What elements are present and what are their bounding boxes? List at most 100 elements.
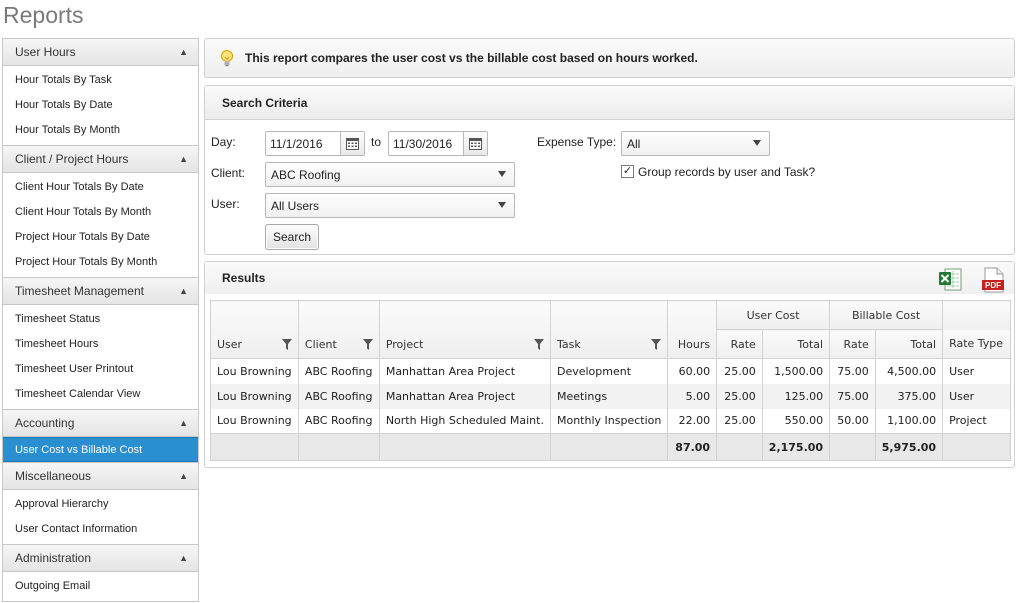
client-select-value: ABC Roofing (271, 167, 341, 182)
sidebar-item-client-hour-totals-by-date[interactable]: Client Hour Totals By Date (3, 175, 198, 200)
filter-icon[interactable] (281, 339, 292, 350)
collapse-caret-icon: ▲ (179, 471, 188, 481)
results-panel: Results PDF User Client Project Task Hou… (204, 261, 1015, 468)
pdf-icon[interactable]: PDF (981, 267, 1005, 293)
sidebar: User Hours ▲ Hour Totals By Task Hour To… (2, 38, 199, 602)
sidebar-item-hour-totals-by-task[interactable]: Hour Totals By Task (3, 68, 198, 93)
excel-icon[interactable] (938, 268, 962, 292)
column-header-rate-type[interactable]: Rate Type (942, 329, 1011, 359)
sidebar-item-user-contact-information[interactable]: User Contact Information (3, 517, 198, 542)
column-header-user-cost-total[interactable]: Total (761, 329, 831, 359)
dropdown-arrow-icon (498, 202, 506, 208)
client-select[interactable]: ABC Roofing (265, 162, 515, 187)
sidebar-section-miscellaneous[interactable]: Miscellaneous ▲ (3, 462, 198, 490)
header-spacer (942, 300, 1011, 330)
collapse-caret-icon: ▲ (179, 286, 188, 296)
dropdown-arrow-icon (498, 171, 506, 177)
user-select-value: All Users (271, 198, 320, 213)
cell-user: Lou Browning (210, 383, 299, 409)
day-to-value: 11/30/2016 (393, 136, 453, 151)
sidebar-item-hour-totals-by-month[interactable]: Hour Totals By Month (3, 118, 198, 143)
group-records-checkbox[interactable]: ✓ (621, 165, 634, 178)
column-header-user-cost-rate[interactable]: Rate (716, 329, 763, 359)
cell-billable-total: 4,500.00 (874, 358, 944, 384)
table-row[interactable]: Lou Browning ABC Roofing North High Sche… (210, 408, 1011, 434)
expense-type-value: All (627, 136, 641, 151)
results-title: Results (205, 262, 1014, 294)
sidebar-item-timesheet-status[interactable]: Timesheet Status (3, 307, 198, 332)
collapse-caret-icon: ▲ (179, 154, 188, 164)
sidebar-item-project-hour-totals-by-date[interactable]: Project Hour Totals By Date (3, 225, 198, 250)
cell-user-total: 1,500.00 (761, 358, 831, 384)
cell-billable-rate: 75.00 (829, 383, 876, 409)
sidebar-section-accounting[interactable]: Accounting ▲ (3, 409, 198, 437)
page-title: Reports (3, 2, 84, 28)
day-from-value: 11/1/2016 (270, 136, 323, 151)
sidebar-item-client-hour-totals-by-month[interactable]: Client Hour Totals By Month (3, 200, 198, 225)
filter-icon[interactable] (533, 339, 544, 350)
sidebar-item-timesheet-user-printout[interactable]: Timesheet User Printout (3, 357, 198, 382)
calendar-icon[interactable] (340, 132, 364, 155)
cell-hours: 5.00 (667, 383, 718, 409)
sidebar-section-client-project-hours[interactable]: Client / Project Hours ▲ (3, 145, 198, 173)
sidebar-item-hour-totals-by-date[interactable]: Hour Totals By Date (3, 93, 198, 118)
column-header-user[interactable]: User (210, 300, 299, 359)
collapse-caret-icon: ▲ (179, 418, 188, 428)
sidebar-item-timesheet-hours[interactable]: Timesheet Hours (3, 332, 198, 357)
expense-type-select[interactable]: All (621, 131, 770, 156)
sidebar-item-project-hour-totals-by-month[interactable]: Project Hour Totals By Month (3, 250, 198, 275)
column-header-hours[interactable]: Hours (667, 300, 718, 359)
results-table: User Client Project Task Hours User Cost… (210, 300, 1011, 461)
cell-client: ABC Roofing (297, 383, 380, 409)
sidebar-section-timesheet-management[interactable]: Timesheet Management ▲ (3, 277, 198, 305)
day-to-field[interactable]: 11/30/2016 (388, 131, 488, 156)
group-header-billable-cost: Billable Cost (829, 300, 944, 330)
filter-icon[interactable] (651, 339, 662, 350)
day-from-field[interactable]: 11/1/2016 (265, 131, 365, 156)
user-label: User: (211, 197, 240, 211)
totals-empty (829, 433, 876, 461)
search-button[interactable]: Search (265, 224, 319, 250)
column-header-client[interactable]: Client (297, 300, 380, 359)
cell-hours: 22.00 (667, 408, 718, 434)
cell-billable-rate: 75.00 (829, 358, 876, 384)
expense-type-label: Expense Type: (537, 135, 617, 149)
table-row[interactable]: Lou Browning ABC Roofing Manhattan Area … (210, 358, 1011, 384)
group-header-user-cost: User Cost (716, 300, 831, 330)
lightbulb-icon (219, 49, 235, 67)
cell-user-rate: 25.00 (716, 408, 763, 434)
info-banner: This report compares the user cost vs th… (204, 38, 1015, 78)
user-select[interactable]: All Users (265, 193, 515, 218)
cell-billable-total: 375.00 (874, 383, 944, 409)
sidebar-section-administration[interactable]: Administration ▲ (3, 544, 198, 572)
sidebar-item-approval-hierarchy[interactable]: Approval Hierarchy (3, 492, 198, 517)
column-header-label: Task (556, 338, 581, 351)
sidebar-item-outgoing-email[interactable]: Outgoing Email (3, 574, 198, 599)
totals-empty (210, 433, 299, 461)
column-header-project[interactable]: Project (378, 300, 551, 359)
column-header-billable-rate[interactable]: Rate (829, 329, 876, 359)
column-header-billable-total[interactable]: Total (874, 329, 944, 359)
table-row[interactable]: Lou Browning ABC Roofing Manhattan Area … (210, 383, 1011, 409)
cell-rate-type: User (942, 358, 1011, 384)
collapse-caret-icon: ▲ (179, 47, 188, 57)
column-header-label: User (217, 338, 243, 351)
cell-project: Manhattan Area Project (378, 383, 551, 409)
sidebar-section-user-hours[interactable]: User Hours ▲ (3, 38, 198, 66)
filter-icon[interactable] (362, 339, 373, 350)
calendar-icon[interactable] (463, 132, 487, 155)
sidebar-section-label: Accounting (15, 416, 75, 430)
sidebar-section-label: Timesheet Management (15, 284, 144, 298)
cell-user: Lou Browning (210, 408, 299, 434)
cell-user-total: 125.00 (761, 383, 831, 409)
total-billable-cost: 5,975.00 (874, 433, 944, 461)
sidebar-item-user-cost-vs-billable-cost[interactable]: User Cost vs Billable Cost (3, 437, 198, 462)
svg-text:PDF: PDF (985, 281, 1001, 290)
group-records-label: Group records by user and Task? (638, 165, 816, 179)
sidebar-item-timesheet-calendar-view[interactable]: Timesheet Calendar View (3, 382, 198, 407)
cell-client: ABC Roofing (297, 358, 380, 384)
column-header-task[interactable]: Task (549, 300, 669, 359)
totals-row: 87.00 2,175.00 5,975.00 (210, 433, 1011, 461)
cell-project: North High Scheduled Maint. (378, 408, 551, 434)
client-label: Client: (211, 166, 246, 180)
